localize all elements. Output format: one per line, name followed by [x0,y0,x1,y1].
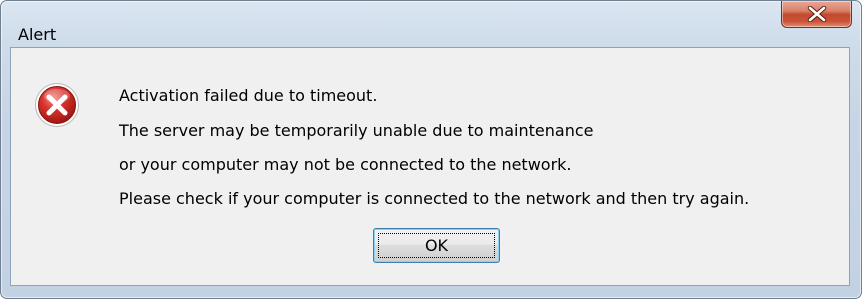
ok-button-label: OK [424,236,449,255]
error-icon [35,83,79,127]
message-line-2: The server may be temporarily unable due… [119,121,594,140]
message-line-1: Activation failed due to timeout. [119,86,378,105]
close-button[interactable] [781,1,852,28]
close-icon [807,6,827,22]
ok-button[interactable]: OK [373,228,500,263]
dialog-content: Activation failed due to timeout. The se… [10,47,850,286]
message-line-3: or your computer may not be connected to… [119,155,572,174]
title-bar[interactable]: Alert [1,1,861,47]
alert-dialog: Alert Activation failed due to timeout. [0,0,862,299]
message-line-4: Please check if your computer is connect… [119,189,750,208]
dialog-title: Alert [18,25,57,44]
